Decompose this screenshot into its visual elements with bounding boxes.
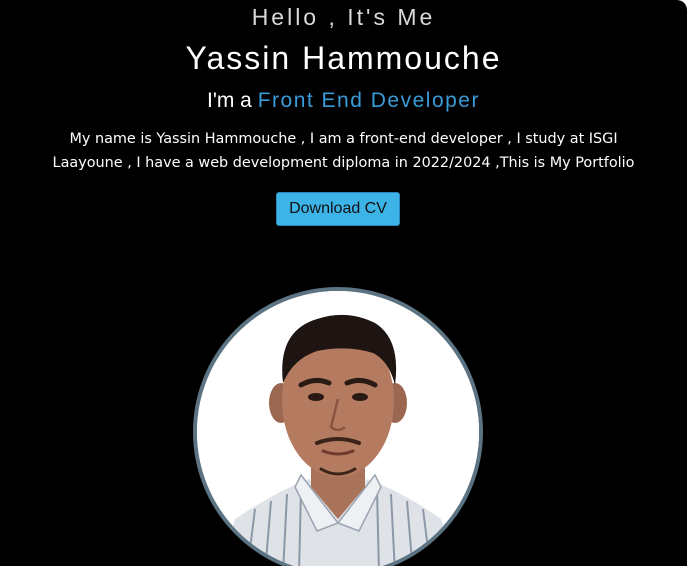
person-name: Yassin Hammouche xyxy=(185,40,502,76)
bio-text: My name is Yassin Hammouche , I am a fro… xyxy=(10,127,677,175)
hero-section: Hello , It's Me Yassin Hammouche I'm a F… xyxy=(0,0,687,566)
avatar xyxy=(193,287,483,566)
greeting-text: Hello , It's Me xyxy=(251,4,436,30)
bio-line-1: My name is Yassin Hammouche , I am a fro… xyxy=(69,131,618,147)
role-prefix: I'm a xyxy=(207,89,252,112)
role-title: Front End Developer xyxy=(257,89,480,112)
profile-photo xyxy=(197,291,479,566)
bio-line-2: Laayoune , I have a web development dipl… xyxy=(52,155,635,171)
download-cv-button[interactable]: Download CV xyxy=(276,192,400,226)
role-line: I'm a Front End Developer xyxy=(0,89,687,113)
